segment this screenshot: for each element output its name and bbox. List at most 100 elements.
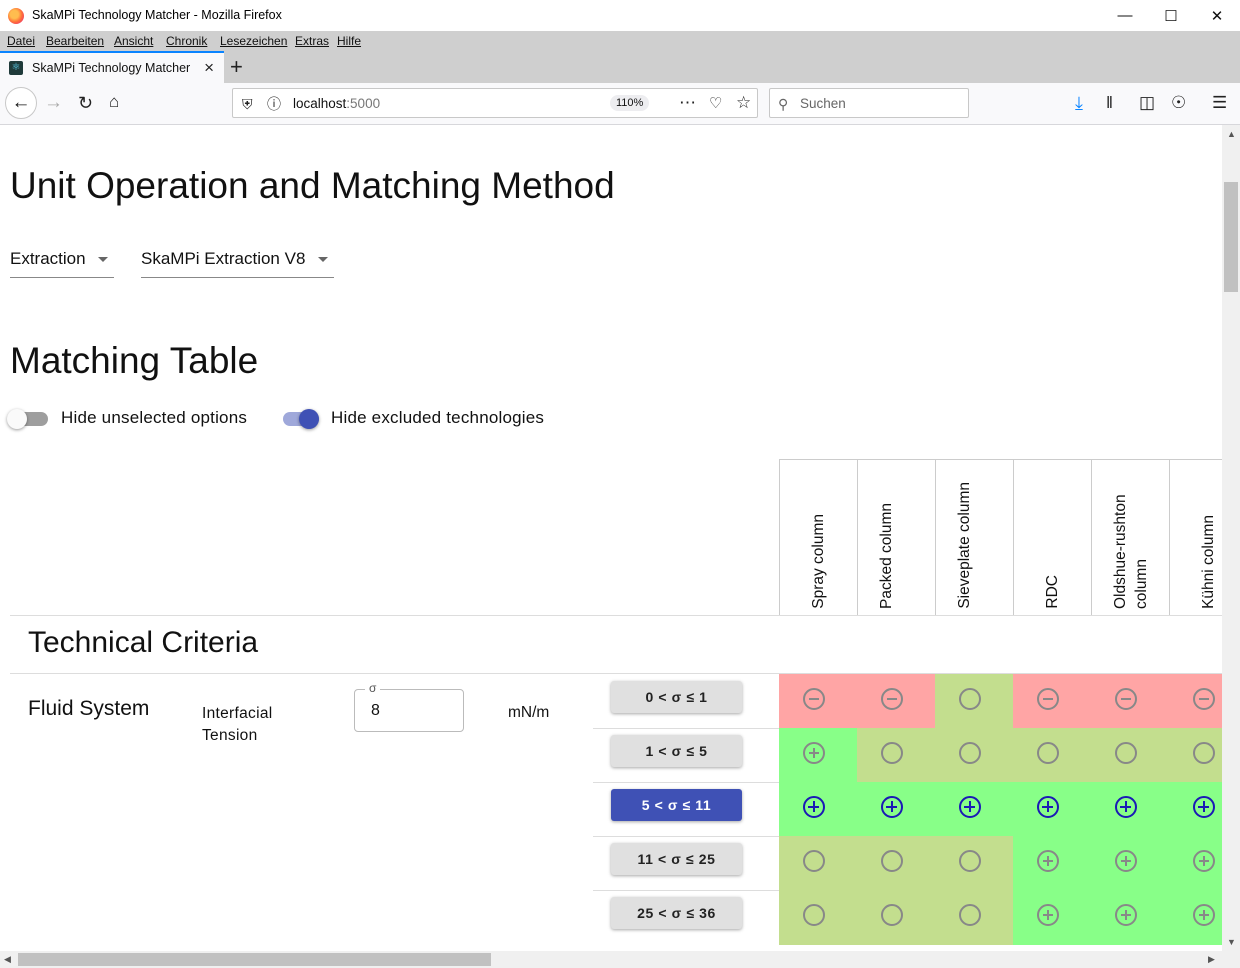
menu-item-hilfe[interactable]: Hilfe [337, 34, 361, 48]
empty-circle-icon [881, 850, 903, 872]
matching-cell [1013, 728, 1092, 783]
plus-circle-icon [959, 796, 981, 818]
reload-icon[interactable]: ↻ [78, 93, 93, 113]
window-titlebar: SkaMPi Technology Matcher - Mozilla Fire… [0, 0, 1240, 32]
minus-circle-icon [1115, 688, 1137, 710]
pocket-icon[interactable]: ♡ [709, 94, 722, 114]
column-header: Oldshue-rushton column [1091, 459, 1170, 615]
info-icon[interactable]: ⓘ [267, 94, 281, 114]
zoom-indicator[interactable]: 110% [610, 95, 650, 111]
range-button[interactable]: 25 < σ ≤ 36 [611, 897, 742, 929]
home-icon[interactable]: ⌂ [109, 92, 119, 112]
matching-cell [1091, 782, 1170, 837]
menu-item-datei[interactable]: Datei [7, 34, 35, 48]
plus-circle-icon [1193, 904, 1215, 926]
vertical-scroll-thumb[interactable] [1224, 182, 1238, 292]
column-header: Kühni column [1169, 459, 1222, 615]
library-icon[interactable]: ‖ [1106, 93, 1113, 113]
back-arrow-icon[interactable]: ← [5, 87, 37, 119]
empty-circle-icon [959, 742, 981, 764]
plus-circle-icon [1115, 796, 1137, 818]
more-actions-icon[interactable]: ⋯ [679, 93, 696, 113]
sigma-input[interactable]: σ 8 [354, 681, 464, 732]
range-button[interactable]: 0 < σ ≤ 1 [611, 681, 742, 713]
menu-item-bearbeiten[interactable]: Bearbeiten [46, 34, 104, 48]
menu-item-ansicht[interactable]: Ansicht [114, 34, 153, 48]
shield-icon[interactable]: ⛨ [242, 94, 253, 114]
menu-item-extras[interactable]: Extras [295, 34, 329, 48]
empty-circle-icon [881, 904, 903, 926]
plus-circle-icon [1193, 850, 1215, 872]
hide-unselected-label: Hide unselected options [61, 408, 248, 427]
scroll-up-arrow-icon[interactable]: ▲ [1227, 129, 1236, 139]
matching-cell [857, 674, 936, 729]
empty-circle-icon [959, 904, 981, 926]
hide-excluded-toggle-thumb[interactable] [299, 409, 319, 429]
row-divider [593, 836, 779, 837]
matching-cell [1013, 782, 1092, 837]
scroll-left-arrow-icon[interactable]: ◀ [4, 954, 11, 965]
vertical-scrollbar[interactable]: ▲ ▼ [1222, 125, 1240, 951]
url-text[interactable]: localhost:5000 [293, 96, 380, 111]
hamburger-menu-icon[interactable]: ☰ [1212, 93, 1227, 113]
unit-operation-heading: Unit Operation and Matching Method [10, 165, 615, 206]
horizontal-scroll-thumb[interactable] [18, 953, 491, 966]
range-button[interactable]: 11 < σ ≤ 25 [611, 843, 742, 875]
unit-operation-select[interactable]: Extraction [10, 249, 114, 278]
plus-circle-icon [1193, 796, 1215, 818]
matching-cell [1169, 674, 1222, 729]
account-icon[interactable]: ☉ [1171, 93, 1186, 113]
matching-method-select[interactable]: SkaMPi Extraction V8 [141, 249, 334, 278]
tab-active[interactable]: ⚛ SkaMPi Technology Matcher × [0, 51, 224, 83]
plus-circle-icon [803, 742, 825, 764]
scroll-down-arrow-icon[interactable]: ▼ [1227, 937, 1236, 947]
matching-cell [935, 728, 1014, 783]
minimize-icon[interactable]: — [1102, 0, 1148, 31]
matching-cell [1013, 890, 1092, 945]
empty-circle-icon [959, 850, 981, 872]
matching-cell [1169, 890, 1222, 945]
bookmark-star-icon[interactable]: ☆ [736, 93, 751, 113]
menu-item-lesezeichen[interactable]: Lesezeichen [220, 34, 287, 48]
minus-circle-icon [803, 688, 825, 710]
maximize-icon[interactable]: ☐ [1148, 0, 1194, 31]
column-header-label: Spray column [810, 514, 827, 609]
sigma-input-value[interactable]: 8 [371, 702, 380, 720]
sigma-input-legend: σ [365, 681, 381, 695]
empty-circle-icon [1115, 742, 1137, 764]
unit-operation-value: Extraction [10, 249, 86, 268]
fluid-system-heading: Fluid System [28, 697, 150, 720]
search-bar[interactable]: ⚲ Suchen [769, 88, 969, 118]
matching-cell [1091, 728, 1170, 783]
page-content: Unit Operation and Matching Method Extra… [0, 125, 1222, 951]
matching-cell [779, 728, 858, 783]
matching-cell [1091, 890, 1170, 945]
empty-circle-icon [1193, 742, 1215, 764]
minus-circle-icon [1193, 688, 1215, 710]
plus-circle-icon [1037, 904, 1059, 926]
minus-circle-icon [881, 688, 903, 710]
matching-cell [1013, 674, 1092, 729]
tab-label: SkaMPi Technology Matcher [32, 61, 191, 75]
new-tab-icon[interactable]: + [230, 54, 243, 80]
url-bar[interactable]: ⛨ ⓘ localhost:5000 110% ⋯ ♡ ☆ [232, 88, 758, 118]
close-window-icon[interactable]: ✕ [1194, 0, 1240, 31]
range-button[interactable]: 1 < σ ≤ 5 [611, 735, 742, 767]
matching-cell [779, 890, 858, 945]
plus-circle-icon [881, 796, 903, 818]
download-icon[interactable]: ⤓ [1075, 93, 1083, 113]
matching-cell [1013, 836, 1092, 891]
scroll-right-arrow-icon[interactable]: ▶ [1208, 954, 1215, 965]
menu-item-chronik[interactable]: Chronik [166, 34, 207, 48]
range-button[interactable]: 5 < σ ≤ 11 [611, 789, 742, 821]
plus-circle-icon [1037, 796, 1059, 818]
matching-cell [779, 836, 858, 891]
close-tab-icon[interactable]: × [204, 58, 214, 78]
interfacial-tension-label: Interfacial Tension [202, 705, 273, 744]
hide-unselected-toggle-thumb[interactable] [7, 409, 27, 429]
column-header-label: Oldshue-rushton column [1111, 494, 1150, 609]
empty-circle-icon [1037, 742, 1059, 764]
forward-arrow-icon[interactable]: → [44, 93, 63, 113]
sidebar-icon[interactable]: ◫ [1139, 93, 1155, 113]
horizontal-scrollbar[interactable]: ◀ ▶ [0, 951, 1222, 968]
